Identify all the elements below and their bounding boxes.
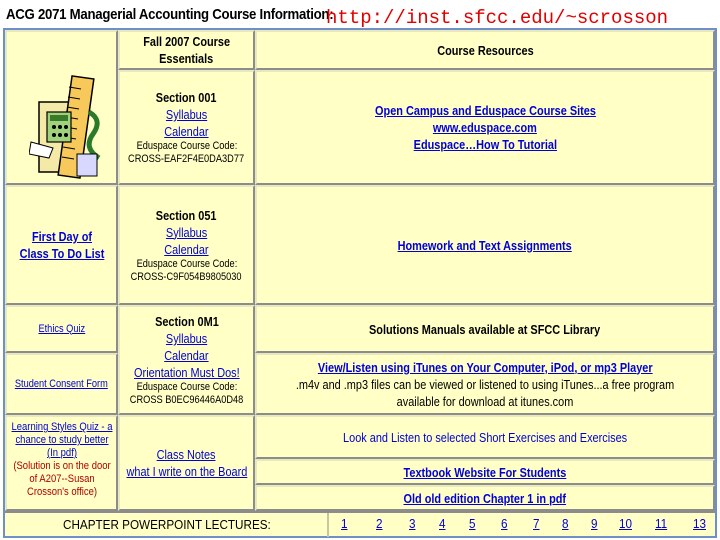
eduspace-site-link[interactable]: www.eduspace.com [433, 119, 537, 136]
open-campus-link[interactable]: Open Campus and Eduspace Course Sites [375, 102, 596, 119]
section-title: Section 051 [156, 207, 217, 223]
section-title: Section 0M1 [154, 314, 219, 329]
homework-link[interactable]: Homework and Text Assignments [398, 237, 572, 254]
resources-heading: Course Resources [436, 42, 534, 58]
class-notes-sub-link[interactable]: what I write on the Board [126, 463, 247, 480]
resources-heading-cell: Course Resources [255, 30, 715, 70]
essentials-heading-sub: Essentials [159, 51, 214, 66]
solutions-cell: Solutions Manuals available at SFCC Libr… [255, 305, 715, 353]
lecture-bar: CHAPTER POWERPOINT LECTURES: 1 2 3 4 5 6… [5, 511, 715, 537]
chapter-link-6[interactable]: 6 [501, 516, 508, 531]
exercises-link[interactable]: Look and Listen to selected Short Exerci… [343, 429, 627, 446]
essentials-heading: Fall 2007 Course [143, 34, 230, 49]
calendar-link[interactable]: Calendar [164, 241, 208, 258]
chapter-link-7[interactable]: 7 [533, 516, 540, 531]
lecture-divider [327, 513, 329, 537]
course-sites-cell: Open Campus and Eduspace Course Sites ww… [255, 70, 715, 185]
page-title: ACG 2071 Managerial Accounting Course In… [6, 6, 334, 23]
section-001-cell: Section 001 Syllabus Calendar Eduspace C… [118, 70, 255, 185]
course-code-label: Eduspace Course Code: [136, 381, 237, 393]
old-edition-link[interactable]: Old old edition Chapter 1 in pdf [404, 490, 567, 507]
chapter-link-13[interactable]: 13 [693, 516, 706, 531]
calendar-link[interactable]: Calendar [164, 347, 208, 364]
class-notes-link[interactable]: Class Notes [157, 446, 216, 463]
section-051-cell: Section 051 Syllabus Calendar Eduspace C… [118, 185, 255, 305]
textbook-site-link[interactable]: Textbook Website For Students [404, 464, 567, 481]
chapter-link-1[interactable]: 1 [341, 516, 348, 531]
old-edition-cell: Old old edition Chapter 1 in pdf [255, 485, 715, 511]
course-code: CROSS B0EC96446A0D48 [129, 394, 244, 406]
syllabus-link[interactable]: Syllabus [166, 106, 207, 123]
course-code-label: Eduspace Course Code: [136, 140, 237, 152]
chapter-link-11[interactable]: 11 [655, 516, 667, 531]
consent-form-link[interactable]: Student Consent Form [15, 378, 108, 391]
exercises-cell: Look and Listen to selected Short Exerci… [255, 415, 715, 459]
chapter-link-3[interactable]: 3 [409, 516, 416, 531]
course-code: CROSS-C9F054B9805030 [131, 270, 242, 283]
calendar-link[interactable]: Calendar [164, 123, 208, 140]
class-notes-cell: Class Notes what I write on the Board [118, 415, 255, 511]
accounting-clipart-icon [29, 75, 101, 179]
lecture-label: CHAPTER POWERPOINT LECTURES: [63, 517, 271, 532]
course-code-label: Eduspace Course Code: [136, 257, 237, 270]
syllabus-link[interactable]: Syllabus [166, 224, 207, 241]
itunes-cell: View/Listen using iTunes on Your Compute… [255, 353, 715, 415]
chapter-link-10[interactable]: 10 [619, 516, 632, 531]
course-code: CROSS-EAF2F4E0DA3D77 [128, 153, 245, 165]
site-url: http://inst.sfcc.edu/~scrosson [326, 7, 669, 29]
section-0m1-cell: Section 0M1 Syllabus Calendar Orientatio… [118, 305, 255, 415]
essentials-heading-cell: Fall 2007 Course Essentials [118, 30, 255, 70]
chapter-link-2[interactable]: 2 [376, 516, 383, 531]
first-day-cell: First Day of Class To Do List [5, 185, 118, 305]
chapter-link-4[interactable]: 4 [439, 516, 446, 531]
solutions-text: Solutions Manuals available at SFCC Libr… [369, 321, 601, 337]
textbook-site-cell: Textbook Website For Students [255, 459, 715, 485]
homework-cell: Homework and Text Assignments [255, 185, 715, 305]
chapter-link-5[interactable]: 5 [469, 516, 476, 531]
learning-styles-link[interactable]: Learning Styles Quiz - a chance to study… [10, 421, 113, 460]
learning-styles-note: (Solution is on the door of A207--Susan … [12, 460, 111, 498]
consent-form-cell: Student Consent Form [5, 353, 118, 415]
ethics-quiz-cell: Ethics Quiz [5, 305, 118, 353]
first-day-link[interactable]: First Day of Class To Do List [16, 228, 107, 262]
eduspace-howto-link[interactable]: Eduspace…How To Tutorial [413, 136, 556, 153]
itunes-note: .m4v and .mp3 files can be viewed or lis… [295, 376, 675, 409]
ethics-quiz-link[interactable]: Ethics Quiz [38, 323, 85, 336]
syllabus-link[interactable]: Syllabus [166, 330, 207, 347]
itunes-link[interactable]: View/Listen using iTunes on Your Compute… [318, 359, 653, 376]
chapter-link-8[interactable]: 8 [562, 516, 569, 531]
section-title: Section 001 [156, 90, 217, 105]
learning-styles-cell: Learning Styles Quiz - a chance to study… [5, 415, 118, 511]
orientation-link[interactable]: Orientation Must Dos! [134, 364, 240, 381]
clipart-cell [5, 30, 118, 185]
chapter-link-9[interactable]: 9 [591, 516, 598, 531]
